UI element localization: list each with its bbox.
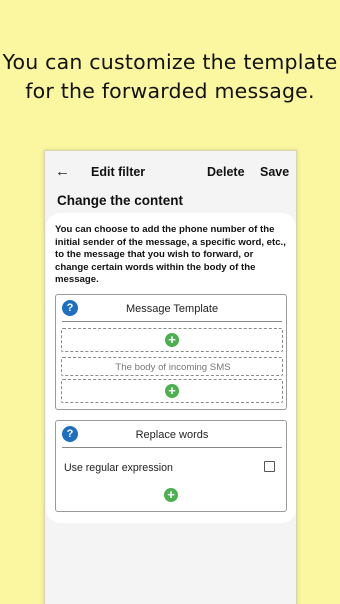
add-icon[interactable]: + [165, 384, 179, 398]
regex-label: Use regular expression [64, 462, 173, 474]
page-title: Edit filter [91, 165, 146, 179]
message-template-panel: ? Message Template + The body of incomin… [55, 294, 287, 410]
add-slot-top[interactable]: + [61, 328, 283, 352]
message-template-title: Message Template [125, 303, 219, 315]
replace-words-title: Replace words [135, 429, 209, 441]
add-icon[interactable]: + [165, 333, 179, 347]
phone-screen: ← Edit filter Delete Save Change the con… [44, 150, 297, 604]
section-title: Change the content [57, 193, 184, 208]
save-button[interactable]: Save [260, 165, 289, 179]
divider [62, 321, 282, 322]
divider [62, 447, 282, 448]
body-token-label: The body of incoming SMS [115, 362, 231, 373]
regex-checkbox[interactable] [264, 461, 275, 472]
app-bar: ← Edit filter Delete Save [45, 151, 296, 193]
back-arrow-icon[interactable]: ← [55, 163, 70, 180]
body-token[interactable]: The body of incoming SMS [61, 357, 283, 376]
promo-line-2: for the forwarded message. [25, 79, 315, 103]
delete-button[interactable]: Delete [207, 165, 245, 179]
add-replacement-icon[interactable]: + [164, 488, 178, 502]
page-indicator [131, 599, 195, 604]
add-slot-bottom[interactable]: + [61, 379, 283, 403]
promo-caption: You can customize the template for the f… [0, 48, 340, 106]
replace-words-panel: ? Replace words Use regular expression + [55, 420, 287, 512]
content-card: You can choose to add the phone number o… [46, 213, 296, 523]
description-text: You can choose to add the phone number o… [55, 224, 286, 285]
promo-line-1: You can customize the template [2, 50, 338, 74]
